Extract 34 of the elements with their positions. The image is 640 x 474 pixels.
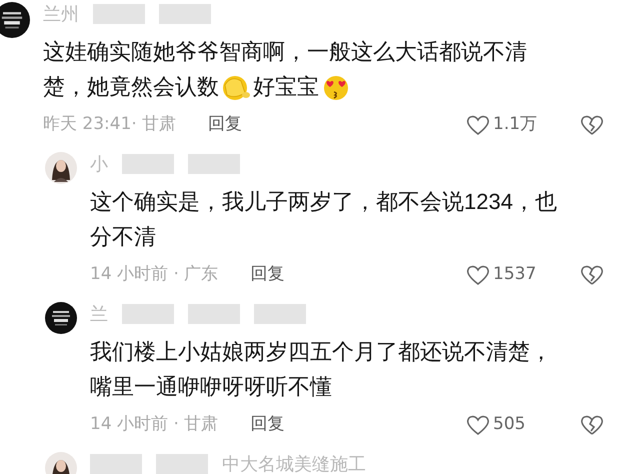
reply-button[interactable]: 回复 [208, 112, 242, 138]
broken-heart-icon[interactable] [579, 264, 605, 286]
blurred-name [188, 154, 240, 174]
comment-text: 我们楼上小姑娘两岁四五个月了都还说不清楚， [90, 338, 552, 366]
comment-text: 分不清 [90, 223, 156, 251]
blurred-name [188, 304, 240, 324]
heart-icon [466, 414, 490, 436]
reply-button[interactable]: 回复 [250, 262, 284, 288]
reply-button[interactable]: 回复 [250, 412, 284, 438]
comment-text: 嘴里一通咿咿呀呀听不懂 [90, 373, 332, 401]
time-location: 14 小时前 · 甘肃 [90, 413, 218, 436]
blurred-name [254, 304, 306, 324]
blurred-name [159, 4, 211, 24]
like-button[interactable]: 1537 [466, 262, 546, 288]
blurred-name [93, 4, 145, 24]
blurred-name [122, 304, 174, 324]
blurred-name [90, 454, 142, 474]
blurred-name [122, 154, 174, 174]
logo-avatar[interactable] [0, 2, 30, 38]
broken-heart-icon[interactable] [579, 414, 605, 436]
heart-icon [466, 264, 490, 286]
comment-text: 这娃确实随她爷爷智商啊，一般这么大话都说不清 [43, 38, 527, 66]
time-location: 14 小时前 · 广东 [90, 263, 218, 286]
comment-text: 这个确实是，我儿子两岁了，都不会说1234，也 [90, 188, 557, 216]
broken-heart-icon[interactable] [579, 114, 605, 136]
heart-icon [466, 114, 490, 136]
like-button[interactable]: 505 [466, 412, 546, 438]
logo-avatar[interactable] [45, 302, 77, 334]
comment-text: 好宝宝 [253, 73, 319, 101]
time-location: 昨天 23:41· 甘肃 [43, 113, 176, 136]
blurred-name [156, 454, 208, 474]
like-button[interactable]: 1.1万 [466, 112, 546, 138]
user-avatar[interactable] [45, 152, 77, 184]
comment-text: 楚，她竟然会认数 [43, 73, 219, 101]
